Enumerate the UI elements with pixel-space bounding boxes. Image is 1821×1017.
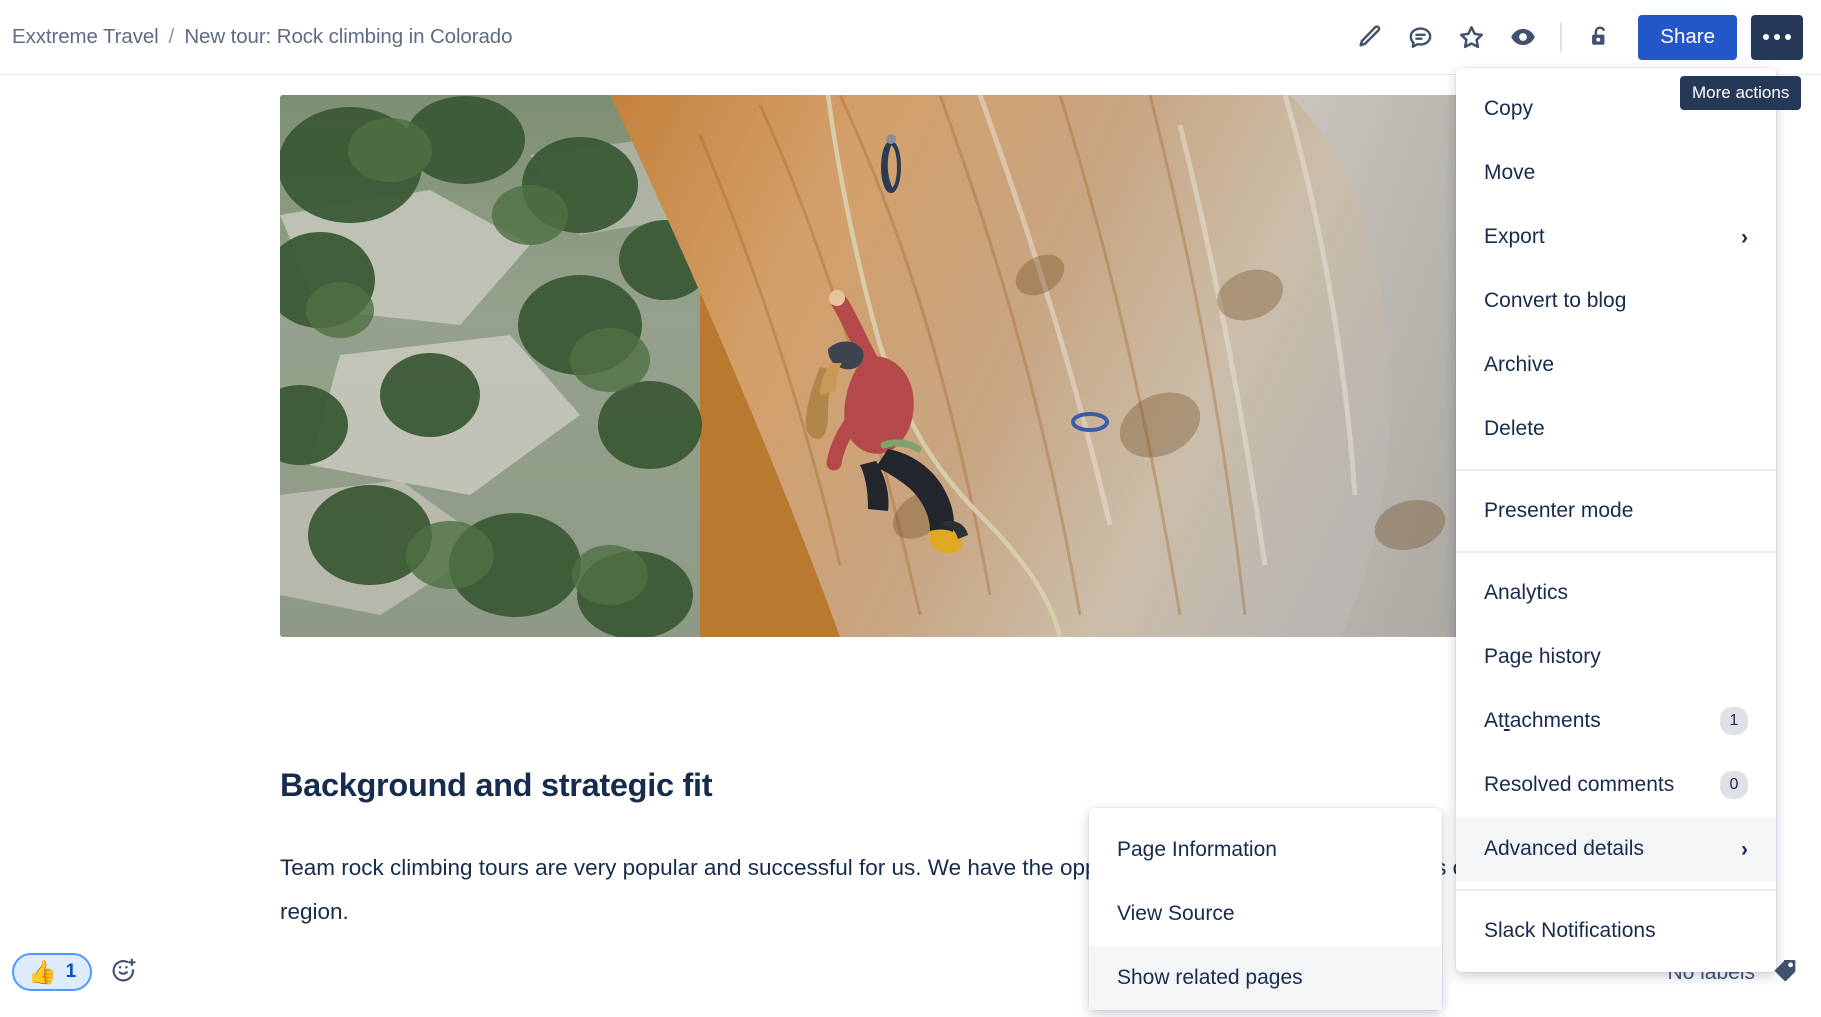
menu-divider [1456, 889, 1776, 891]
menu-divider [1456, 551, 1776, 553]
watch-eye-icon [1508, 22, 1538, 52]
thumbs-up-icon: 👍 [28, 958, 57, 985]
menu-item-label: Convert to blog [1484, 289, 1627, 312]
menu-item-label: View Source [1117, 902, 1235, 925]
more-actions-button[interactable] [1751, 14, 1803, 60]
menu-item-label: Attachments [1484, 709, 1601, 732]
menu-item-resolved-comments[interactable]: Resolved comments 0 [1456, 753, 1776, 817]
page-header: Exxtreme Travel / New tour: Rock climbin… [0, 0, 1821, 75]
menu-item-show-related-pages[interactable]: Show related pages [1089, 946, 1442, 1010]
menu-item-label: Analytics [1484, 581, 1569, 604]
menu-divider [1456, 469, 1776, 471]
menu-item-delete[interactable]: Delete [1456, 397, 1776, 461]
share-button[interactable]: Share [1638, 14, 1737, 60]
add-reaction-button[interactable] [110, 956, 137, 988]
menu-item-label: Presenter mode [1484, 499, 1634, 522]
header-divider [1560, 22, 1563, 52]
menu-item-label: Page history [1484, 645, 1601, 668]
breadcrumb-page[interactable]: New tour: Rock climbing in Colorado [184, 25, 512, 49]
menu-item-export[interactable]: Export › [1456, 205, 1776, 269]
breadcrumb: Exxtreme Travel / New tour: Rock climbin… [0, 25, 512, 49]
advanced-details-submenu: Page Information View Source Show related … [1089, 808, 1442, 1010]
edit-pencil-icon [1356, 23, 1384, 51]
page-footer-left: 👍 1 [12, 953, 137, 991]
menu-item-label: Resolved comments [1484, 773, 1675, 796]
star-icon-button[interactable] [1449, 15, 1494, 60]
menu-item-label: Archive [1484, 353, 1555, 376]
thumbs-up-reaction-button[interactable]: 👍 1 [12, 953, 93, 991]
menu-item-label: Export [1484, 225, 1545, 248]
watch-eye-icon-button[interactable] [1500, 15, 1545, 60]
breadcrumb-separator: / [168, 25, 175, 48]
menu-item-label: Move [1484, 161, 1536, 184]
chevron-right-icon: › [1741, 837, 1748, 861]
hero-image [280, 95, 1480, 637]
menu-item-view-source[interactable]: View Source [1089, 882, 1442, 946]
add-reaction-smiley-icon [110, 956, 137, 988]
menu-item-label: Delete [1484, 417, 1545, 440]
more-dot-2 [1774, 34, 1780, 40]
menu-item-convert-to-blog[interactable]: Convert to blog [1456, 269, 1776, 333]
menu-item-move[interactable]: Move [1456, 141, 1776, 205]
rock-climbing-photo [280, 95, 1480, 637]
header-actions: Share [1347, 14, 1821, 60]
menu-item-label: Page Information [1117, 838, 1277, 861]
more-dot-1 [1763, 34, 1769, 40]
menu-item-label: Advanced details [1484, 837, 1644, 860]
more-actions-tooltip: More actions [1680, 76, 1802, 110]
reaction-count: 1 [65, 961, 77, 982]
edit-pencil-icon-button[interactable] [1347, 15, 1392, 60]
more-actions-menu: Copy Move Export › Convert to blog Archive Del… [1456, 68, 1776, 972]
star-icon [1457, 23, 1486, 52]
chevron-right-icon: › [1741, 225, 1748, 249]
menu-item-label: Show related pages [1117, 966, 1303, 989]
unlock-padlock-icon-button[interactable] [1577, 15, 1622, 60]
page-title: Background and strategic fit [280, 767, 713, 803]
menu-item-badge: 1 [1720, 707, 1748, 735]
menu-item-archive[interactable]: Archive [1456, 333, 1776, 397]
menu-item-page-information[interactable]: Page Information [1089, 818, 1442, 882]
menu-item-badge: 0 [1720, 771, 1748, 799]
comment-icon-button[interactable] [1398, 15, 1443, 60]
menu-item-attachments[interactable]: Attachments 1 [1456, 689, 1776, 753]
menu-item-label: Slack Notifications [1484, 919, 1656, 942]
more-dot-3 [1785, 34, 1791, 40]
confluence-page: Exxtreme Travel / New tour: Rock climbin… [0, 0, 1821, 1017]
menu-item-presenter-mode[interactable]: Presenter mode [1456, 479, 1776, 543]
menu-item-slack-notifications[interactable]: Slack Notifications [1456, 899, 1776, 963]
menu-item-page-history[interactable]: Page history [1456, 625, 1776, 689]
comment-icon [1406, 23, 1435, 52]
unlock-padlock-icon [1586, 23, 1614, 51]
menu-item-advanced-details[interactable]: Advanced details › [1456, 817, 1776, 881]
breadcrumb-space[interactable]: Exxtreme Travel [12, 25, 159, 49]
menu-item-analytics[interactable]: Analytics [1456, 561, 1776, 625]
